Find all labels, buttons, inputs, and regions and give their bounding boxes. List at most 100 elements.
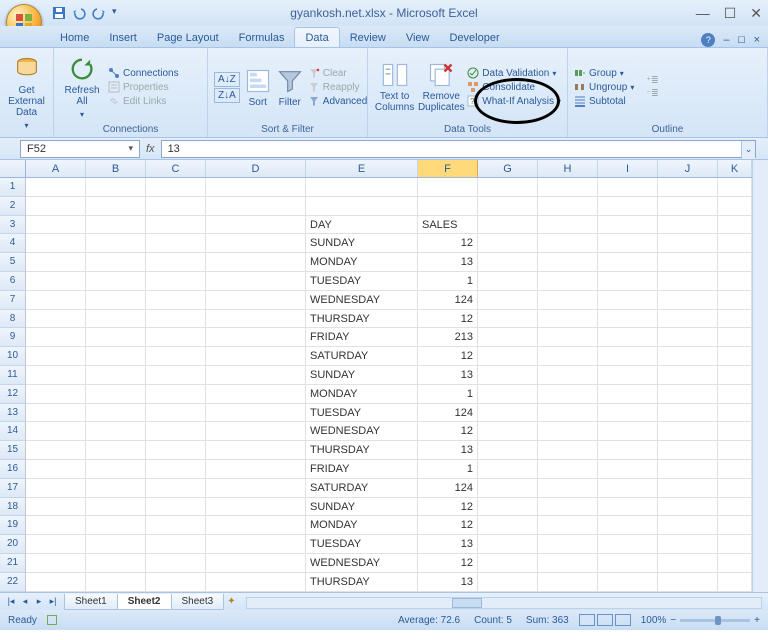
sort-button[interactable]: Sort xyxy=(244,67,272,108)
cell[interactable] xyxy=(658,347,718,366)
cell[interactable] xyxy=(206,385,306,404)
cell[interactable] xyxy=(538,347,598,366)
cell[interactable] xyxy=(86,404,146,423)
cell[interactable] xyxy=(146,347,206,366)
cell[interactable] xyxy=(538,216,598,235)
cell[interactable] xyxy=(538,366,598,385)
sort-az-buttons[interactable]: A↓Z Z↓A xyxy=(214,72,240,103)
cell[interactable] xyxy=(598,554,658,573)
cell[interactable] xyxy=(146,422,206,441)
cell[interactable] xyxy=(538,272,598,291)
cell[interactable] xyxy=(478,460,538,479)
cell[interactable] xyxy=(658,498,718,517)
undo-icon[interactable] xyxy=(72,6,86,20)
cell[interactable] xyxy=(26,535,86,554)
cell[interactable] xyxy=(658,310,718,329)
cell[interactable] xyxy=(538,460,598,479)
cell[interactable] xyxy=(146,498,206,517)
cell[interactable] xyxy=(146,178,206,197)
zoom-out-icon[interactable]: − xyxy=(670,615,676,626)
row-header[interactable]: 8 xyxy=(0,310,25,329)
cell[interactable] xyxy=(478,479,538,498)
cell[interactable] xyxy=(478,234,538,253)
cell[interactable] xyxy=(538,573,598,592)
cell[interactable] xyxy=(718,197,752,216)
cell[interactable] xyxy=(26,272,86,291)
row-header[interactable]: 15 xyxy=(0,441,25,460)
cell[interactable] xyxy=(26,498,86,517)
text-to-columns-button[interactable]: Text to Columns xyxy=(374,61,415,113)
view-normal-icon[interactable] xyxy=(579,614,595,626)
what-if-analysis-button[interactable]: ?What-If Analysis▾ xyxy=(467,95,561,107)
cell[interactable] xyxy=(86,291,146,310)
close-button[interactable]: ✕ xyxy=(750,5,762,22)
edit-links-button[interactable]: Edit Links xyxy=(108,95,179,107)
cell[interactable]: 1 xyxy=(418,272,478,291)
group-button[interactable]: Group▾ xyxy=(574,67,634,79)
cell[interactable] xyxy=(718,328,752,347)
cell[interactable] xyxy=(598,385,658,404)
tab-formulas[interactable]: Formulas xyxy=(229,28,295,47)
cell[interactable] xyxy=(86,554,146,573)
cell[interactable] xyxy=(598,479,658,498)
column-header[interactable]: A xyxy=(26,160,86,177)
cell[interactable] xyxy=(538,516,598,535)
cell[interactable]: MONDAY xyxy=(306,253,418,272)
cell[interactable] xyxy=(718,516,752,535)
cell[interactable] xyxy=(206,253,306,272)
tab-data[interactable]: Data xyxy=(294,27,339,47)
cell[interactable] xyxy=(718,554,752,573)
tab-home[interactable]: Home xyxy=(50,28,99,47)
cell[interactable] xyxy=(538,498,598,517)
cell[interactable] xyxy=(718,272,752,291)
cell[interactable] xyxy=(658,178,718,197)
cell[interactable] xyxy=(26,460,86,479)
fx-icon[interactable]: fx xyxy=(146,143,155,155)
row-header[interactable]: 13 xyxy=(0,404,25,423)
cell[interactable] xyxy=(598,197,658,216)
properties-button[interactable]: Properties xyxy=(108,81,179,93)
cell[interactable] xyxy=(658,234,718,253)
cell[interactable] xyxy=(86,460,146,479)
reapply-button[interactable]: Reapply xyxy=(308,81,367,93)
cell[interactable] xyxy=(478,573,538,592)
cell[interactable] xyxy=(478,404,538,423)
cell[interactable] xyxy=(718,234,752,253)
namebox-dropdown-icon[interactable]: ▾ xyxy=(128,143,133,154)
cell[interactable] xyxy=(658,216,718,235)
cell[interactable] xyxy=(598,460,658,479)
cell[interactable]: 13 xyxy=(418,535,478,554)
row-header[interactable]: 10 xyxy=(0,347,25,366)
cell[interactable]: TUESDAY xyxy=(306,272,418,291)
cell[interactable] xyxy=(26,347,86,366)
cell[interactable]: WEDNESDAY xyxy=(306,554,418,573)
cell[interactable] xyxy=(146,216,206,235)
cell[interactable] xyxy=(478,178,538,197)
cell[interactable] xyxy=(598,310,658,329)
cell[interactable] xyxy=(86,573,146,592)
cell[interactable] xyxy=(146,253,206,272)
cell[interactable] xyxy=(206,234,306,253)
filter-button[interactable]: Filter xyxy=(276,67,304,108)
cell[interactable] xyxy=(538,197,598,216)
view-pagebreak-icon[interactable] xyxy=(615,614,631,626)
cell[interactable] xyxy=(206,516,306,535)
cell[interactable] xyxy=(598,178,658,197)
cell[interactable] xyxy=(538,404,598,423)
ungroup-button[interactable]: Ungroup▾ xyxy=(574,81,634,93)
cell[interactable] xyxy=(86,441,146,460)
cell[interactable] xyxy=(718,498,752,517)
maximize-button[interactable]: ☐ xyxy=(724,5,737,22)
cell[interactable] xyxy=(146,573,206,592)
row-header[interactable]: 11 xyxy=(0,366,25,385)
save-icon[interactable] xyxy=(52,6,66,20)
cell[interactable] xyxy=(598,498,658,517)
cell[interactable] xyxy=(658,573,718,592)
cell[interactable] xyxy=(718,573,752,592)
cell[interactable] xyxy=(478,498,538,517)
cell[interactable]: WEDNESDAY xyxy=(306,291,418,310)
cell[interactable] xyxy=(206,498,306,517)
data-validation-button[interactable]: Data Validation▾ xyxy=(467,67,561,79)
tab-review[interactable]: Review xyxy=(340,28,396,47)
cell[interactable] xyxy=(86,272,146,291)
